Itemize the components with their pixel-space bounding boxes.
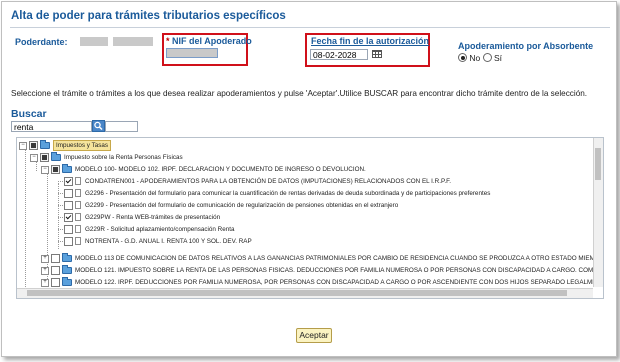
tree-node-label[interactable]: MODELO 122. IRPF. DEDUCCIONES POR FAMILI… [75,277,603,288]
expand-icon[interactable]: + [41,255,49,263]
document-icon [75,177,81,185]
tree-node-label[interactable]: MODELO 121. IMPUESTO SOBRE LA RENTA DE L… [75,265,603,276]
search-input[interactable]: renta [11,121,92,132]
instructions-text: Seleccione el trámite o trámites a los q… [11,89,588,98]
document-icon [75,237,81,245]
search-title: Buscar [11,108,47,120]
tree-checkbox[interactable] [64,201,73,210]
horizontal-scrollbar[interactable] [17,288,593,298]
poderdante-redacted-2 [113,37,153,46]
tree-checkbox[interactable] [40,153,49,162]
tree-node-label[interactable]: G2299 - Presentación del formulario de c… [85,200,398,211]
collapse-icon[interactable]: − [41,166,49,174]
tree-checkbox[interactable] [51,165,60,174]
folder-icon [51,152,61,161]
vertical-scrollbar[interactable] [593,138,603,287]
poderdante-redacted-1 [80,37,108,46]
tree-guide [25,147,26,289]
tree-node-label[interactable]: G2296 - Presentación del formulario para… [85,188,490,199]
tree-checkbox[interactable] [64,213,73,222]
tree-node-label[interactable]: MODELO 100- MODELO 102. IRPF. DECLARACIO… [75,164,366,175]
search-extra-field [105,121,138,132]
folder-icon [62,164,72,173]
tree-checkbox[interactable] [51,266,60,275]
document-icon [75,189,81,197]
absorbente-radio-group: No Sí [458,53,502,63]
collapse-icon[interactable]: − [19,142,27,150]
radio-no[interactable] [458,53,467,62]
document-icon [75,201,81,209]
search-icon [94,121,103,131]
tree-checkbox[interactable] [51,254,60,263]
tree-node-label[interactable]: Impuesto sobre la Renta Personas Físicas [64,152,183,163]
folder-icon [62,265,72,274]
tree-checkbox[interactable] [64,225,73,234]
nif-input[interactable] [166,48,218,58]
nif-label-text: NIF del Apoderado [172,36,252,46]
folder-icon [40,140,50,149]
radio-si[interactable] [482,53,492,62]
fecha-label: Fecha fin de la autorización [311,36,430,46]
radio-no-label: No [469,53,481,63]
title-divider [10,27,610,28]
tree-node-label[interactable]: NOTRENTA - G.D. ANUAL I. RENTA 100 Y SOL… [85,236,252,247]
expand-icon[interactable]: + [41,279,49,287]
absorbente-label: Apoderamiento por Absorbente [458,41,594,51]
tree-checkbox[interactable] [64,237,73,246]
folder-icon [62,253,72,262]
tree-checkbox[interactable] [64,177,73,186]
accept-button[interactable]: Aceptar [296,328,332,343]
vertical-scroll-thumb[interactable] [595,148,601,180]
document-icon [75,213,81,221]
search-button[interactable] [92,120,105,132]
document-icon [75,225,81,233]
tree-node-label[interactable]: G229PW - Renta WEB-trámites de presentac… [85,212,220,223]
nif-label: * NIF del Apoderado [166,36,252,46]
required-mark: * [166,36,170,46]
page-title: Alta de poder para trámites tributarios … [11,10,286,22]
horizontal-scroll-thumb[interactable] [27,290,567,296]
tree-checkbox[interactable] [51,278,60,287]
tree-checkbox[interactable] [29,141,38,150]
fecha-input[interactable]: 08-02-2028 [310,49,368,60]
tree-node-label[interactable]: MODELO 113 DE COMUNICACION DE DATOS RELA… [75,253,603,264]
poderdante-label: Poderdante: [15,37,68,47]
tree-node-label[interactable]: G229R - Solicitud aplazamiento/compensac… [85,224,234,235]
folder-icon [62,277,72,286]
tree-checkbox[interactable] [64,189,73,198]
expand-icon[interactable]: + [41,267,49,275]
collapse-icon[interactable]: − [30,154,38,162]
calendar-icon[interactable] [372,50,382,58]
tramites-tree: − Impuestos y Tasas − Impuesto sobre la … [16,137,604,299]
radio-si-label: Sí [494,53,503,63]
tree-node-label[interactable]: CONDATREN001 - APODERAMIENTOS PARA LA OB… [85,176,451,187]
tree-node-label[interactable]: Impuestos y Tasas [53,140,112,151]
